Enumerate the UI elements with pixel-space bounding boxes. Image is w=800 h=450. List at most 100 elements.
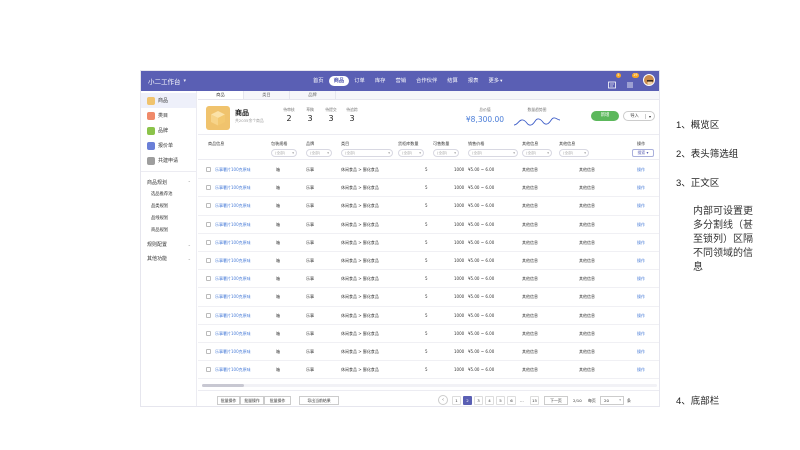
cell-name[interactable]: 乐事薯片100克原味 bbox=[215, 203, 251, 209]
avatar[interactable] bbox=[643, 74, 655, 86]
cell-action[interactable]: 操作 bbox=[637, 167, 645, 173]
row-checkbox[interactable] bbox=[206, 203, 211, 209]
page-button[interactable]: 5 bbox=[496, 396, 505, 405]
scrollbar-thumb[interactable] bbox=[202, 384, 244, 387]
cell-action[interactable]: 操作 bbox=[637, 258, 645, 264]
cell-action[interactable]: 操作 bbox=[637, 203, 645, 209]
export-button[interactable]: 导出当前结果 bbox=[299, 396, 339, 405]
cell-name[interactable]: 乐事薯片100克原味 bbox=[215, 331, 251, 337]
row-checkbox[interactable] bbox=[206, 330, 211, 336]
page-button[interactable]: 3 bbox=[474, 396, 483, 405]
sidebar-subitem[interactable]: 选品推荐池 bbox=[141, 189, 196, 201]
table-row[interactable]: 乐事薯片100克原味 箱 乐事 休闲食品 > 膨化食品 5 1000 ¥5.00 ~ 6.0… bbox=[198, 179, 659, 198]
search-button[interactable]: 搜索 ▾ bbox=[632, 149, 654, 157]
row-checkbox[interactable] bbox=[206, 257, 211, 263]
tab-category[interactable]: 类目 bbox=[244, 91, 290, 99]
cell-action[interactable]: 操作 bbox=[637, 313, 645, 319]
sidebar-subitem[interactable]: 品类规划 bbox=[141, 201, 196, 213]
tab-goods[interactable]: 商品 bbox=[198, 91, 244, 99]
message-icon[interactable]: 5 bbox=[607, 73, 621, 89]
cell-action[interactable]: 操作 bbox=[637, 185, 645, 191]
column-filter[interactable]: (全部) ▾ bbox=[522, 149, 552, 157]
cell-name[interactable]: 乐事薯片100克原味 bbox=[215, 313, 251, 319]
table-row[interactable]: 乐事薯片100克原味 箱 乐事 休闲食品 > 膨化食品 5 1000 ¥5.00 ~ 6.0… bbox=[198, 161, 659, 180]
table-row[interactable]: 乐事薯片100克原味 箱 乐事 休闲食品 > 膨化食品 5 1000 ¥5.00 ~ 6.0… bbox=[198, 216, 659, 234]
cell-action[interactable]: 操作 bbox=[637, 349, 645, 355]
sidebar-group-rules[interactable]: 规则配置 ⌄ bbox=[141, 237, 196, 251]
page-button[interactable]: 15 bbox=[530, 396, 539, 405]
sidebar-group-other[interactable]: 其他功能 ⌄ bbox=[141, 251, 196, 265]
cell-name[interactable]: 乐事薯片100克原味 bbox=[215, 349, 251, 355]
column-filter[interactable]: (全部) ▾ bbox=[341, 149, 393, 157]
column-filter[interactable]: (全部) ▾ bbox=[433, 149, 459, 157]
sidebar-item[interactable]: 品牌 bbox=[141, 123, 196, 138]
sidebar-group-planning[interactable]: 商品规划 ⌃ bbox=[141, 175, 196, 189]
row-checkbox[interactable] bbox=[206, 348, 211, 354]
page-button[interactable]: 6 bbox=[507, 396, 516, 405]
nav-item[interactable]: 营销 bbox=[390, 76, 411, 86]
new-button[interactable]: 新增 bbox=[591, 111, 619, 121]
cell-name[interactable]: 乐事薯片100克原味 bbox=[215, 222, 251, 228]
cell-action[interactable]: 操作 bbox=[637, 294, 645, 300]
page-size-select[interactable]: 20 ▾ bbox=[600, 396, 624, 405]
cell-action[interactable]: 操作 bbox=[637, 276, 645, 282]
next-page-button[interactable]: 下一页 bbox=[544, 396, 568, 405]
row-checkbox[interactable] bbox=[206, 276, 211, 282]
page-button[interactable]: 4 bbox=[485, 396, 494, 405]
row-checkbox[interactable] bbox=[206, 185, 211, 191]
horizontal-scrollbar[interactable] bbox=[202, 384, 657, 387]
column-filter[interactable]: (全部) ▾ bbox=[559, 149, 589, 157]
table-row[interactable]: 乐事薯片100克原味 箱 乐事 休闲食品 > 膨化食品 5 1000 ¥5.00 ~ 6.0… bbox=[198, 234, 659, 252]
cell-action[interactable]: 操作 bbox=[637, 367, 645, 373]
column-filter[interactable]: (全部) ▾ bbox=[271, 149, 297, 157]
row-checkbox[interactable] bbox=[206, 367, 211, 373]
batch-button[interactable]: 批量操作 bbox=[217, 396, 240, 405]
row-checkbox[interactable] bbox=[206, 167, 211, 172]
column-filter[interactable]: (全部) ▾ bbox=[398, 149, 424, 157]
cell-name[interactable]: 乐事薯片100克原味 bbox=[215, 240, 251, 246]
nav-item[interactable]: 合作伙伴 bbox=[411, 76, 442, 86]
sidebar-item[interactable]: 共建申请 bbox=[141, 153, 196, 168]
nav-item[interactable]: 库存 bbox=[370, 76, 391, 86]
sidebar-subitem[interactable]: 商品规划 bbox=[141, 225, 196, 237]
nav-item[interactable]: 报表 bbox=[463, 76, 484, 86]
import-button[interactable]: 导入 ▾ bbox=[623, 111, 655, 121]
cell-name[interactable]: 乐事薯片100克原味 bbox=[215, 276, 251, 282]
chevron-down-icon[interactable]: ▾ bbox=[645, 113, 654, 119]
cell-name[interactable]: 乐事薯片100克原味 bbox=[215, 294, 251, 300]
table-row[interactable]: 乐事薯片100克原味 箱 乐事 休闲食品 > 膨化食品 5 1000 ¥5.00 ~ 6.0… bbox=[198, 325, 659, 343]
tab-brand[interactable]: 品牌 bbox=[290, 91, 336, 99]
table-row[interactable]: 乐事薯片100克原味 箱 乐事 休闲食品 > 膨化食品 5 1000 ¥5.00 ~ 6.0… bbox=[198, 361, 659, 380]
nav-item[interactable]: 订单 bbox=[349, 76, 370, 86]
cell-name[interactable]: 乐事薯片100克原味 bbox=[215, 367, 251, 373]
nav-item[interactable]: 结算 bbox=[442, 76, 463, 86]
sidebar-item[interactable]: 商品 bbox=[141, 93, 196, 108]
table-row[interactable]: 乐事薯片100克原味 箱 乐事 休闲食品 > 膨化食品 5 1000 ¥5.00 ~ 6.0… bbox=[198, 288, 659, 307]
sidebar-item[interactable]: 类目 bbox=[141, 108, 196, 123]
cell-name[interactable]: 乐事薯片100克原味 bbox=[215, 258, 251, 264]
table-row[interactable]: 乐事薯片100克原味 箱 乐事 休闲食品 > 膨化食品 5 1000 ¥5.00 ~ 6.0… bbox=[198, 307, 659, 325]
batch-button[interactable]: 批量操作 bbox=[264, 396, 291, 405]
cell-action[interactable]: 操作 bbox=[637, 240, 645, 246]
column-filter[interactable]: (全部) ▾ bbox=[306, 149, 332, 157]
cell-name[interactable]: 乐事薯片100克原味 bbox=[215, 167, 251, 173]
stat-tracking[interactable]: 待追踪 3 bbox=[339, 107, 365, 123]
page-button[interactable]: 1 bbox=[452, 396, 461, 405]
column-filter[interactable]: (全部) ▾ bbox=[468, 149, 518, 157]
table-row[interactable]: 乐事薯片100克原味 箱 乐事 休闲食品 > 膨化食品 5 1000 ¥5.00 ~ 6.0… bbox=[198, 270, 659, 289]
row-checkbox[interactable] bbox=[206, 312, 211, 318]
table-row[interactable]: 乐事薯片100克原味 箱 乐事 休闲食品 > 膨化食品 5 1000 ¥5.00 ~ 6.0… bbox=[198, 343, 659, 362]
cell-action[interactable]: 操作 bbox=[637, 331, 645, 337]
row-checkbox[interactable] bbox=[206, 294, 211, 300]
workspace-switcher[interactable]: 小二工作台 ▾ bbox=[148, 76, 308, 86]
cell-action[interactable]: 操作 bbox=[637, 222, 645, 228]
table-row[interactable]: 乐事薯片100克原味 箱 乐事 休闲食品 > 膨化食品 5 1000 ¥5.00 ~ 6.0… bbox=[198, 197, 659, 216]
nav-item[interactable]: 首页 bbox=[308, 76, 329, 86]
page-button[interactable]: 2 bbox=[463, 396, 472, 405]
nav-item[interactable]: 商品 bbox=[328, 76, 350, 86]
row-checkbox[interactable] bbox=[206, 239, 211, 245]
table-row[interactable]: 乐事薯片100克原味 箱 乐事 休闲食品 > 膨化食品 5 1000 ¥5.00 ~ 6.0… bbox=[198, 252, 659, 271]
notification-icon[interactable]: 19 bbox=[625, 73, 639, 88]
batch-button[interactable]: 批量操作 bbox=[240, 396, 264, 405]
sidebar-subitem[interactable]: 品线规划 bbox=[141, 213, 196, 225]
